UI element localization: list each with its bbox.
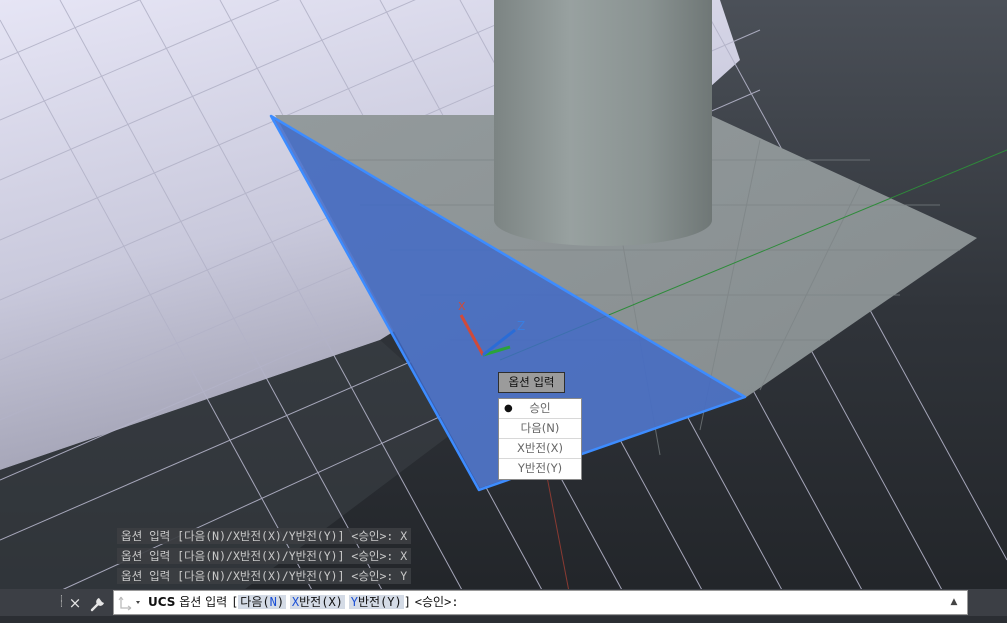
command-history-line: 옵션 입력 [다음(N)/X반전(X)/Y반전(Y)] <승인>: Y — [117, 568, 412, 584]
menu-item-x-flip[interactable]: X반전(X) — [499, 439, 581, 459]
ucs-z-label: Z — [517, 319, 525, 333]
options-close-bracket: ] — [403, 595, 411, 609]
menu-item-accept[interactable]: ● 승인 — [499, 399, 581, 419]
menu-item-label: 승인 — [529, 401, 551, 415]
option-hotkey: N — [269, 595, 277, 609]
ucs-x-label: X — [458, 300, 466, 313]
option-next[interactable]: 다음(N) — [238, 595, 287, 609]
command-history-line: 옵션 입력 [다음(N)/X반전(X)/Y반전(Y)] <승인>: X — [117, 548, 412, 564]
menu-item-label: Y반전(Y) — [517, 461, 563, 475]
option-x-flip[interactable]: X반전(X) — [289, 595, 345, 609]
menu-item-y-flip[interactable]: Y반전(Y) — [499, 459, 581, 479]
prompt-label: 옵션 입력 — [179, 595, 228, 609]
cylinder — [494, 0, 712, 246]
option-hotkey: X — [291, 595, 300, 609]
command-name: UCS — [148, 595, 176, 609]
options-menu[interactable]: ● 승인 다음(N) X반전(X) Y반전(Y) — [498, 398, 582, 480]
selected-bullet-icon: ● — [504, 403, 513, 414]
recent-commands-icon[interactable] — [117, 593, 147, 612]
menu-item-label: 다음(N) — [520, 421, 560, 435]
default-option: <승인>: — [414, 595, 459, 609]
command-prompt-text: UCS 옵션 입력 [다음(N) X반전(X) Y반전(Y)] <승인>: — [148, 591, 459, 614]
menu-item-next[interactable]: 다음(N) — [499, 419, 581, 439]
command-history-line: 옵션 입력 [다음(N)/X반전(X)/Y반전(Y)] <승인>: X — [117, 528, 412, 544]
close-command-line-button[interactable]: × — [68, 592, 82, 614]
customize-wrench-icon[interactable] — [89, 592, 109, 614]
option-hotkey: Y — [350, 595, 358, 609]
option-y-flip[interactable]: Y반전(Y) — [348, 595, 404, 609]
menu-item-label: X반전(X) — [517, 441, 563, 455]
command-input[interactable]: UCS 옵션 입력 [다음(N) X반전(X) Y반전(Y)] <승인>: ▲ — [113, 590, 968, 615]
expand-history-icon[interactable]: ▲ — [947, 591, 961, 614]
drag-grip-icon[interactable]: ⁞ ⁞ — [60, 595, 66, 614]
status-strip — [0, 616, 1007, 623]
options-menu-header: 옵션 입력 — [498, 372, 565, 393]
